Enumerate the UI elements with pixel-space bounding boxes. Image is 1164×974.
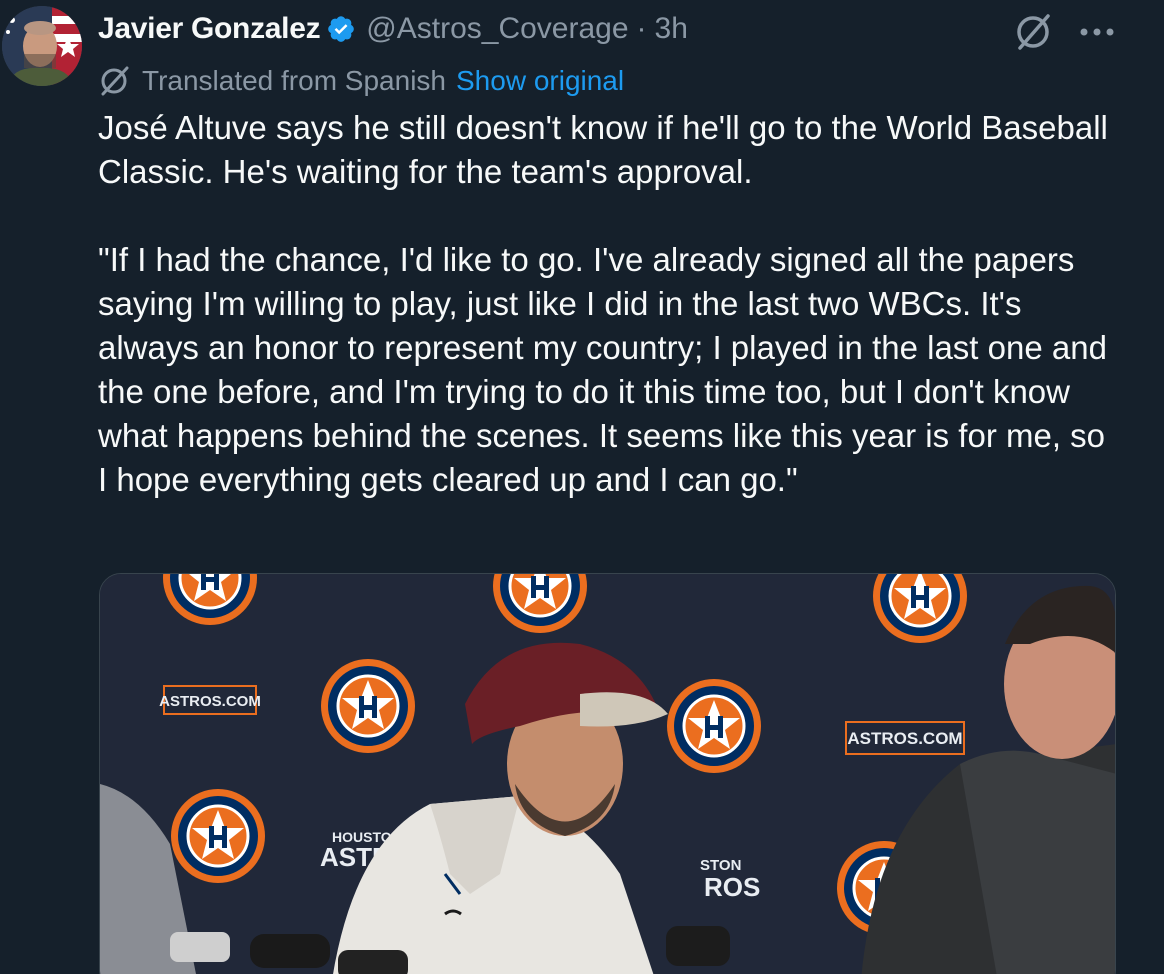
handle[interactable]: @Astros_Coverage <box>366 12 628 46</box>
tweet-paragraph: "If I had the chance, I'd like to go. I'… <box>98 241 1107 498</box>
backdrop-text: ASTROS.COM <box>159 693 261 710</box>
separator-dot: · <box>636 12 647 45</box>
verified-badge-icon[interactable] <box>326 14 356 44</box>
tweet-photo[interactable]: ASTROS.COM ASTROS.COM HOUSTON ASTR STON … <box>99 573 1116 974</box>
timestamp[interactable]: 3h <box>655 12 688 46</box>
show-original-link[interactable]: Show original <box>456 65 624 97</box>
display-name[interactable]: Javier Gonzalez <box>98 12 321 46</box>
backdrop-text: ROS <box>704 872 760 902</box>
translation-bar: Translated from Spanish Show original <box>98 60 624 102</box>
more-icon[interactable] <box>1074 14 1120 50</box>
tweet-paragraph: José Altuve says he still doesn't know i… <box>98 109 1108 190</box>
avatar[interactable] <box>2 6 82 86</box>
grok-icon[interactable] <box>1012 10 1056 54</box>
tweet-header: Javier Gonzalez @Astros_Coverage · 3h <box>98 8 688 50</box>
translate-icon <box>98 64 132 98</box>
tweet[interactable]: Javier Gonzalez @Astros_Coverage · 3h Tr… <box>0 0 1164 974</box>
tweet-text: José Altuve says he still doesn't know i… <box>98 106 1118 502</box>
translated-label: Translated from Spanish <box>142 65 446 96</box>
backdrop-text: ASTROS.COM <box>847 729 962 748</box>
